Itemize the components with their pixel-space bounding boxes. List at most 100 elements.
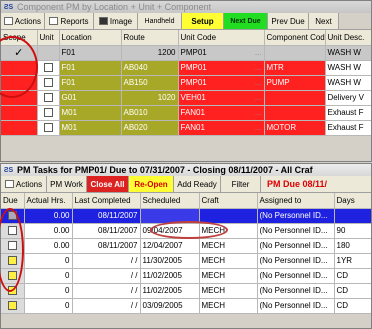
actual-hrs-cell[interactable]: 0: [24, 298, 73, 314]
actual-hrs-cell[interactable]: 0: [24, 253, 73, 269]
pm-work-button[interactable]: PM Work: [47, 176, 87, 192]
due-checkbox-cell[interactable]: [1, 208, 25, 224]
unit-checkbox[interactable]: [43, 63, 53, 73]
due-checkbox-cell[interactable]: [1, 298, 25, 314]
craft-cell[interactable]: MECH: [199, 298, 258, 314]
scope-cell[interactable]: [1, 75, 38, 91]
craft-cell[interactable]: MECH: [199, 223, 258, 239]
scope-cell[interactable]: [1, 105, 38, 121]
assigned-cell[interactable]: (No Personnel ID...: [257, 283, 335, 299]
setup-button[interactable]: Setup: [182, 13, 224, 29]
craft-cell[interactable]: [199, 208, 258, 224]
handheld-button[interactable]: Handheld: [138, 13, 182, 29]
due-checkbox-cell[interactable]: [1, 238, 25, 254]
actual-hrs-cell[interactable]: 0.00: [24, 208, 73, 224]
table-row[interactable]: 0 / / 11/02/2005 MECH (No Personnel ID..…: [1, 268, 371, 284]
actual-hrs-cell[interactable]: 0: [24, 268, 73, 284]
unit-checkbox[interactable]: [43, 93, 53, 103]
col-location[interactable]: Location: [59, 30, 122, 46]
craft-cell[interactable]: MECH: [199, 238, 258, 254]
table-row[interactable]: M01 AB020 FAN01... MOTOR Exhaust F: [1, 120, 371, 136]
assigned-cell[interactable]: (No Personnel ID...: [257, 223, 335, 239]
due-checkbox[interactable]: [7, 271, 17, 281]
table-row[interactable]: ✓ F01 1200 PMP01... WASH W: [1, 45, 371, 61]
window1-titlebar[interactable]: ƧS Component PM by Location + Unit + Com…: [1, 1, 371, 13]
due-checkbox[interactable]: [7, 241, 17, 251]
reports-button[interactable]: Reports: [45, 13, 94, 29]
due-checkbox-cell[interactable]: [1, 223, 25, 239]
last-completed-cell[interactable]: 08/11/2007: [72, 208, 141, 224]
scheduled-cell[interactable]: 11/30/2005: [140, 253, 200, 269]
col-assigned-to[interactable]: Assigned to: [257, 193, 335, 209]
col-craft[interactable]: Craft: [199, 193, 258, 209]
add-ready-button[interactable]: Add Ready: [174, 176, 221, 192]
craft-cell[interactable]: MECH: [199, 283, 258, 299]
last-completed-cell[interactable]: 08/11/2007: [72, 223, 141, 239]
table-row[interactable]: F01 AB040 PMP01... MTR WASH W: [1, 60, 371, 76]
close-all-button[interactable]: Close All: [87, 176, 129, 192]
actions-button[interactable]: Actions: [1, 176, 47, 192]
scheduled-cell[interactable]: 11/02/2005: [140, 283, 200, 299]
scheduled-cell[interactable]: [140, 208, 200, 224]
due-checkbox[interactable]: [7, 301, 17, 311]
table-row-selected[interactable]: 0.00 08/11/2007 (No Personnel ID...: [1, 208, 371, 224]
prev-due-button[interactable]: Prev Due: [268, 13, 309, 29]
table-row[interactable]: 0.00 08/11/2007 09/04/2007 MECH (No Pers…: [1, 223, 371, 239]
last-completed-cell[interactable]: / /: [72, 298, 141, 314]
due-checkbox[interactable]: [7, 226, 17, 236]
unit-checkbox-cell[interactable]: [37, 60, 60, 76]
days-cell[interactable]: CD: [334, 283, 371, 299]
assigned-cell[interactable]: (No Personnel ID...: [257, 298, 335, 314]
col-last-completed[interactable]: Last Completed: [72, 193, 141, 209]
actual-hrs-cell[interactable]: 0.00: [24, 223, 73, 239]
col-unit-code[interactable]: Unit Code: [178, 30, 265, 46]
col-scope[interactable]: Scope: [1, 30, 38, 46]
filter-button[interactable]: Filter: [221, 176, 261, 192]
days-cell[interactable]: [334, 208, 371, 224]
scheduled-cell[interactable]: 03/09/2005: [140, 298, 200, 314]
next-button[interactable]: Next: [309, 13, 339, 29]
unit-checkbox[interactable]: [43, 123, 53, 133]
table-row[interactable]: 0 / / 03/09/2005 MECH (No Personnel ID..…: [1, 298, 371, 314]
last-completed-cell[interactable]: / /: [72, 253, 141, 269]
assigned-cell[interactable]: (No Personnel ID...: [257, 268, 335, 284]
scope-cell[interactable]: [1, 120, 38, 136]
table-row[interactable]: G01 1020 VEH01... Delivery V: [1, 90, 371, 106]
scheduled-cell[interactable]: 12/04/2007: [140, 238, 200, 254]
reopen-button[interactable]: Re-Open: [129, 176, 174, 192]
assigned-cell[interactable]: (No Personnel ID...: [257, 208, 335, 224]
actual-hrs-cell[interactable]: 0: [24, 283, 73, 299]
unit-checkbox-cell[interactable]: [37, 120, 60, 136]
assigned-cell[interactable]: (No Personnel ID...: [257, 253, 335, 269]
due-checkbox[interactable]: [7, 256, 17, 266]
actions-button[interactable]: Actions: [1, 13, 45, 29]
days-cell[interactable]: 180: [334, 238, 371, 254]
last-completed-cell[interactable]: / /: [72, 283, 141, 299]
craft-cell[interactable]: MECH: [199, 268, 258, 284]
table-row[interactable]: 0 / / 11/02/2005 MECH (No Personnel ID..…: [1, 283, 371, 299]
last-completed-cell[interactable]: 08/11/2007: [72, 238, 141, 254]
days-cell[interactable]: 90: [334, 223, 371, 239]
due-checkbox-cell[interactable]: [1, 283, 25, 299]
col-unit[interactable]: Unit: [37, 30, 60, 46]
table-row[interactable]: 0.00 08/11/2007 12/04/2007 MECH (No Pers…: [1, 238, 371, 254]
col-due[interactable]: Due: [1, 193, 25, 209]
col-scheduled[interactable]: Scheduled: [140, 193, 200, 209]
days-cell[interactable]: CD: [334, 268, 371, 284]
table-row[interactable]: M01 AB010 FAN01... Exhaust F: [1, 105, 371, 121]
unit-checkbox-cell[interactable]: [37, 105, 60, 121]
table-row[interactable]: 0 / / 11/30/2005 MECH (No Personnel ID..…: [1, 253, 371, 269]
next-due-button[interactable]: Next Due: [224, 13, 268, 29]
days-cell[interactable]: CD: [334, 298, 371, 314]
due-checkbox-cell[interactable]: [1, 268, 25, 284]
col-actual-hrs[interactable]: Actual Hrs.: [24, 193, 73, 209]
scope-checkmark[interactable]: ✓: [1, 45, 38, 61]
due-checkbox-cell[interactable]: [1, 253, 25, 269]
col-route[interactable]: Route: [121, 30, 179, 46]
last-completed-cell[interactable]: / /: [72, 268, 141, 284]
assigned-cell[interactable]: (No Personnel ID...: [257, 238, 335, 254]
col-days[interactable]: Days: [334, 193, 371, 209]
scope-cell[interactable]: [1, 90, 38, 106]
scope-cell[interactable]: [1, 60, 38, 76]
actual-hrs-cell[interactable]: 0.00: [24, 238, 73, 254]
